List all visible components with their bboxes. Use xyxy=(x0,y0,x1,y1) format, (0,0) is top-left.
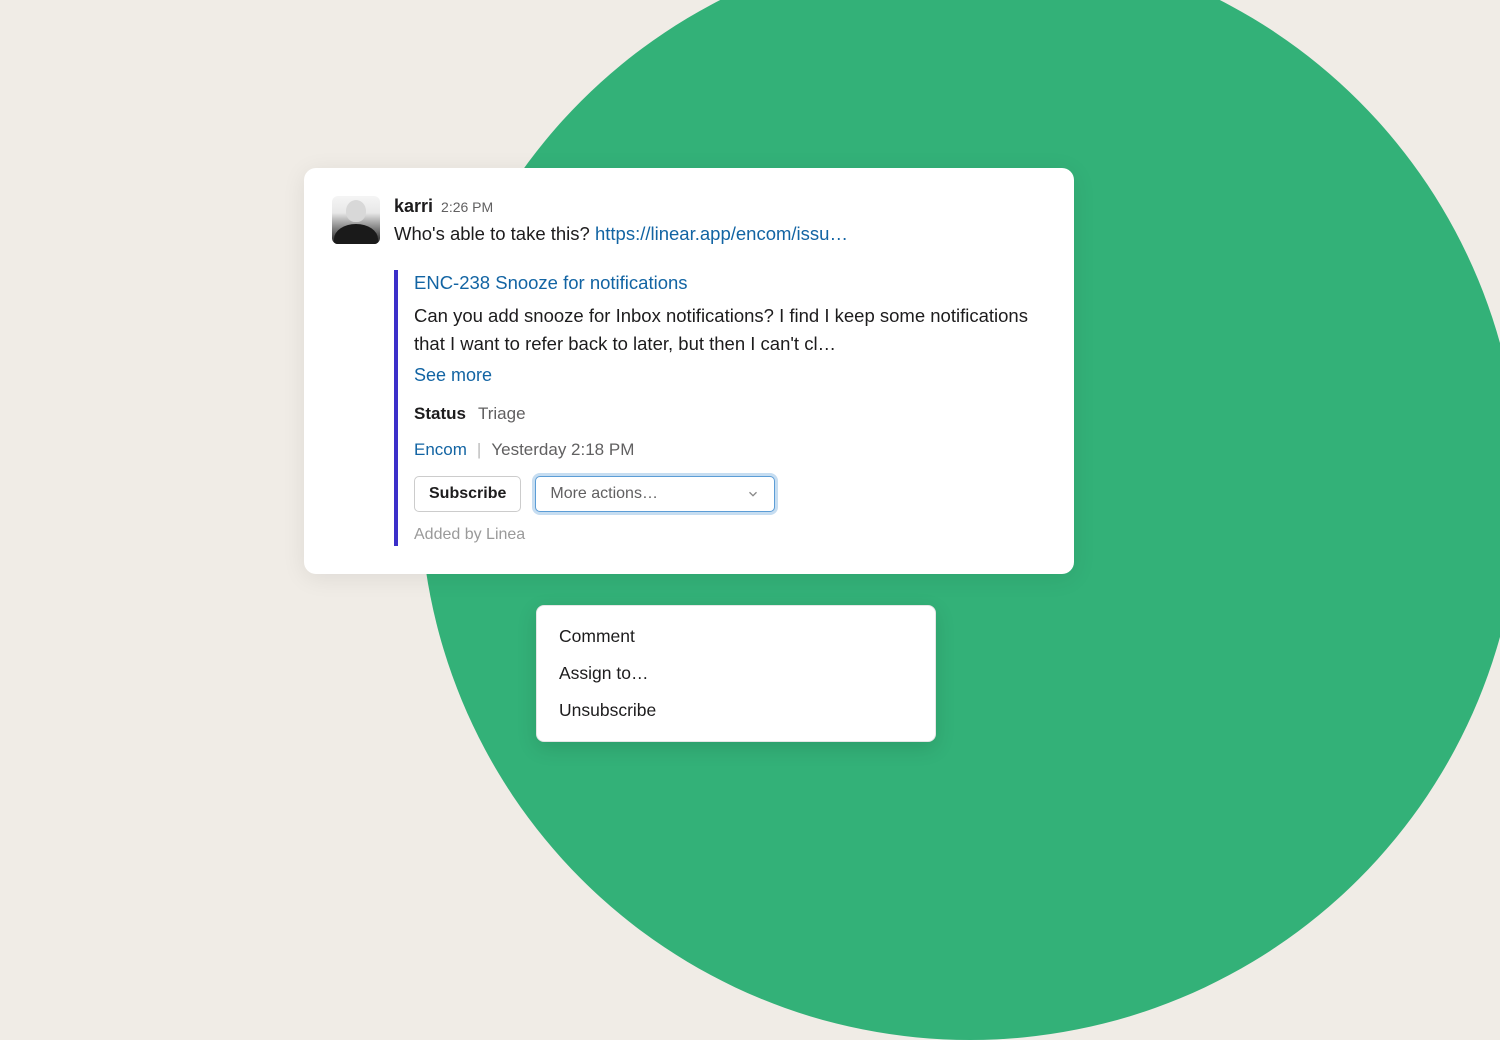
status-value: Triage xyxy=(478,404,526,424)
message-header: karri 2:26 PM Who's able to take this? h… xyxy=(332,196,1042,248)
source-timestamp: Yesterday 2:18 PM xyxy=(491,440,634,460)
source-name[interactable]: Encom xyxy=(414,440,467,460)
link-attachment: ENC-238 Snooze for notifications Can you… xyxy=(394,270,1042,547)
more-actions-label: More actions… xyxy=(550,485,658,503)
message-text-content: Who's able to take this? xyxy=(394,223,595,244)
action-row: Subscribe More actions… xyxy=(414,476,1042,512)
added-by-text: Added by Linea xyxy=(414,526,1042,544)
issue-title[interactable]: ENC-238 Snooze for notifications xyxy=(414,272,1042,294)
slack-message-card: karri 2:26 PM Who's able to take this? h… xyxy=(304,168,1074,574)
message-text: Who's able to take this? https://linear.… xyxy=(394,221,1042,248)
status-label: Status xyxy=(414,404,466,424)
dropdown-item-assign[interactable]: Assign to… xyxy=(537,655,935,692)
message-link[interactable]: https://linear.app/encom/issu… xyxy=(595,223,848,244)
more-actions-menu: Comment Assign to… Unsubscribe xyxy=(536,605,936,742)
message-body: karri 2:26 PM Who's able to take this? h… xyxy=(394,196,1042,248)
author-line: karri 2:26 PM xyxy=(394,196,1042,217)
dropdown-item-comment[interactable]: Comment xyxy=(537,618,935,655)
avatar[interactable] xyxy=(332,196,380,244)
dropdown-item-unsubscribe[interactable]: Unsubscribe xyxy=(537,692,935,729)
see-more-link[interactable]: See more xyxy=(414,365,1042,386)
source-row: Encom | Yesterday 2:18 PM xyxy=(414,440,1042,460)
source-divider: | xyxy=(477,440,481,460)
message-timestamp[interactable]: 2:26 PM xyxy=(441,199,493,215)
issue-description: Can you add snooze for Inbox notificatio… xyxy=(414,302,1042,358)
chevron-down-icon xyxy=(746,487,760,501)
status-row: Status Triage xyxy=(414,404,1042,424)
subscribe-button[interactable]: Subscribe xyxy=(414,476,521,512)
more-actions-dropdown[interactable]: More actions… xyxy=(535,476,775,512)
author-name[interactable]: karri xyxy=(394,196,433,217)
